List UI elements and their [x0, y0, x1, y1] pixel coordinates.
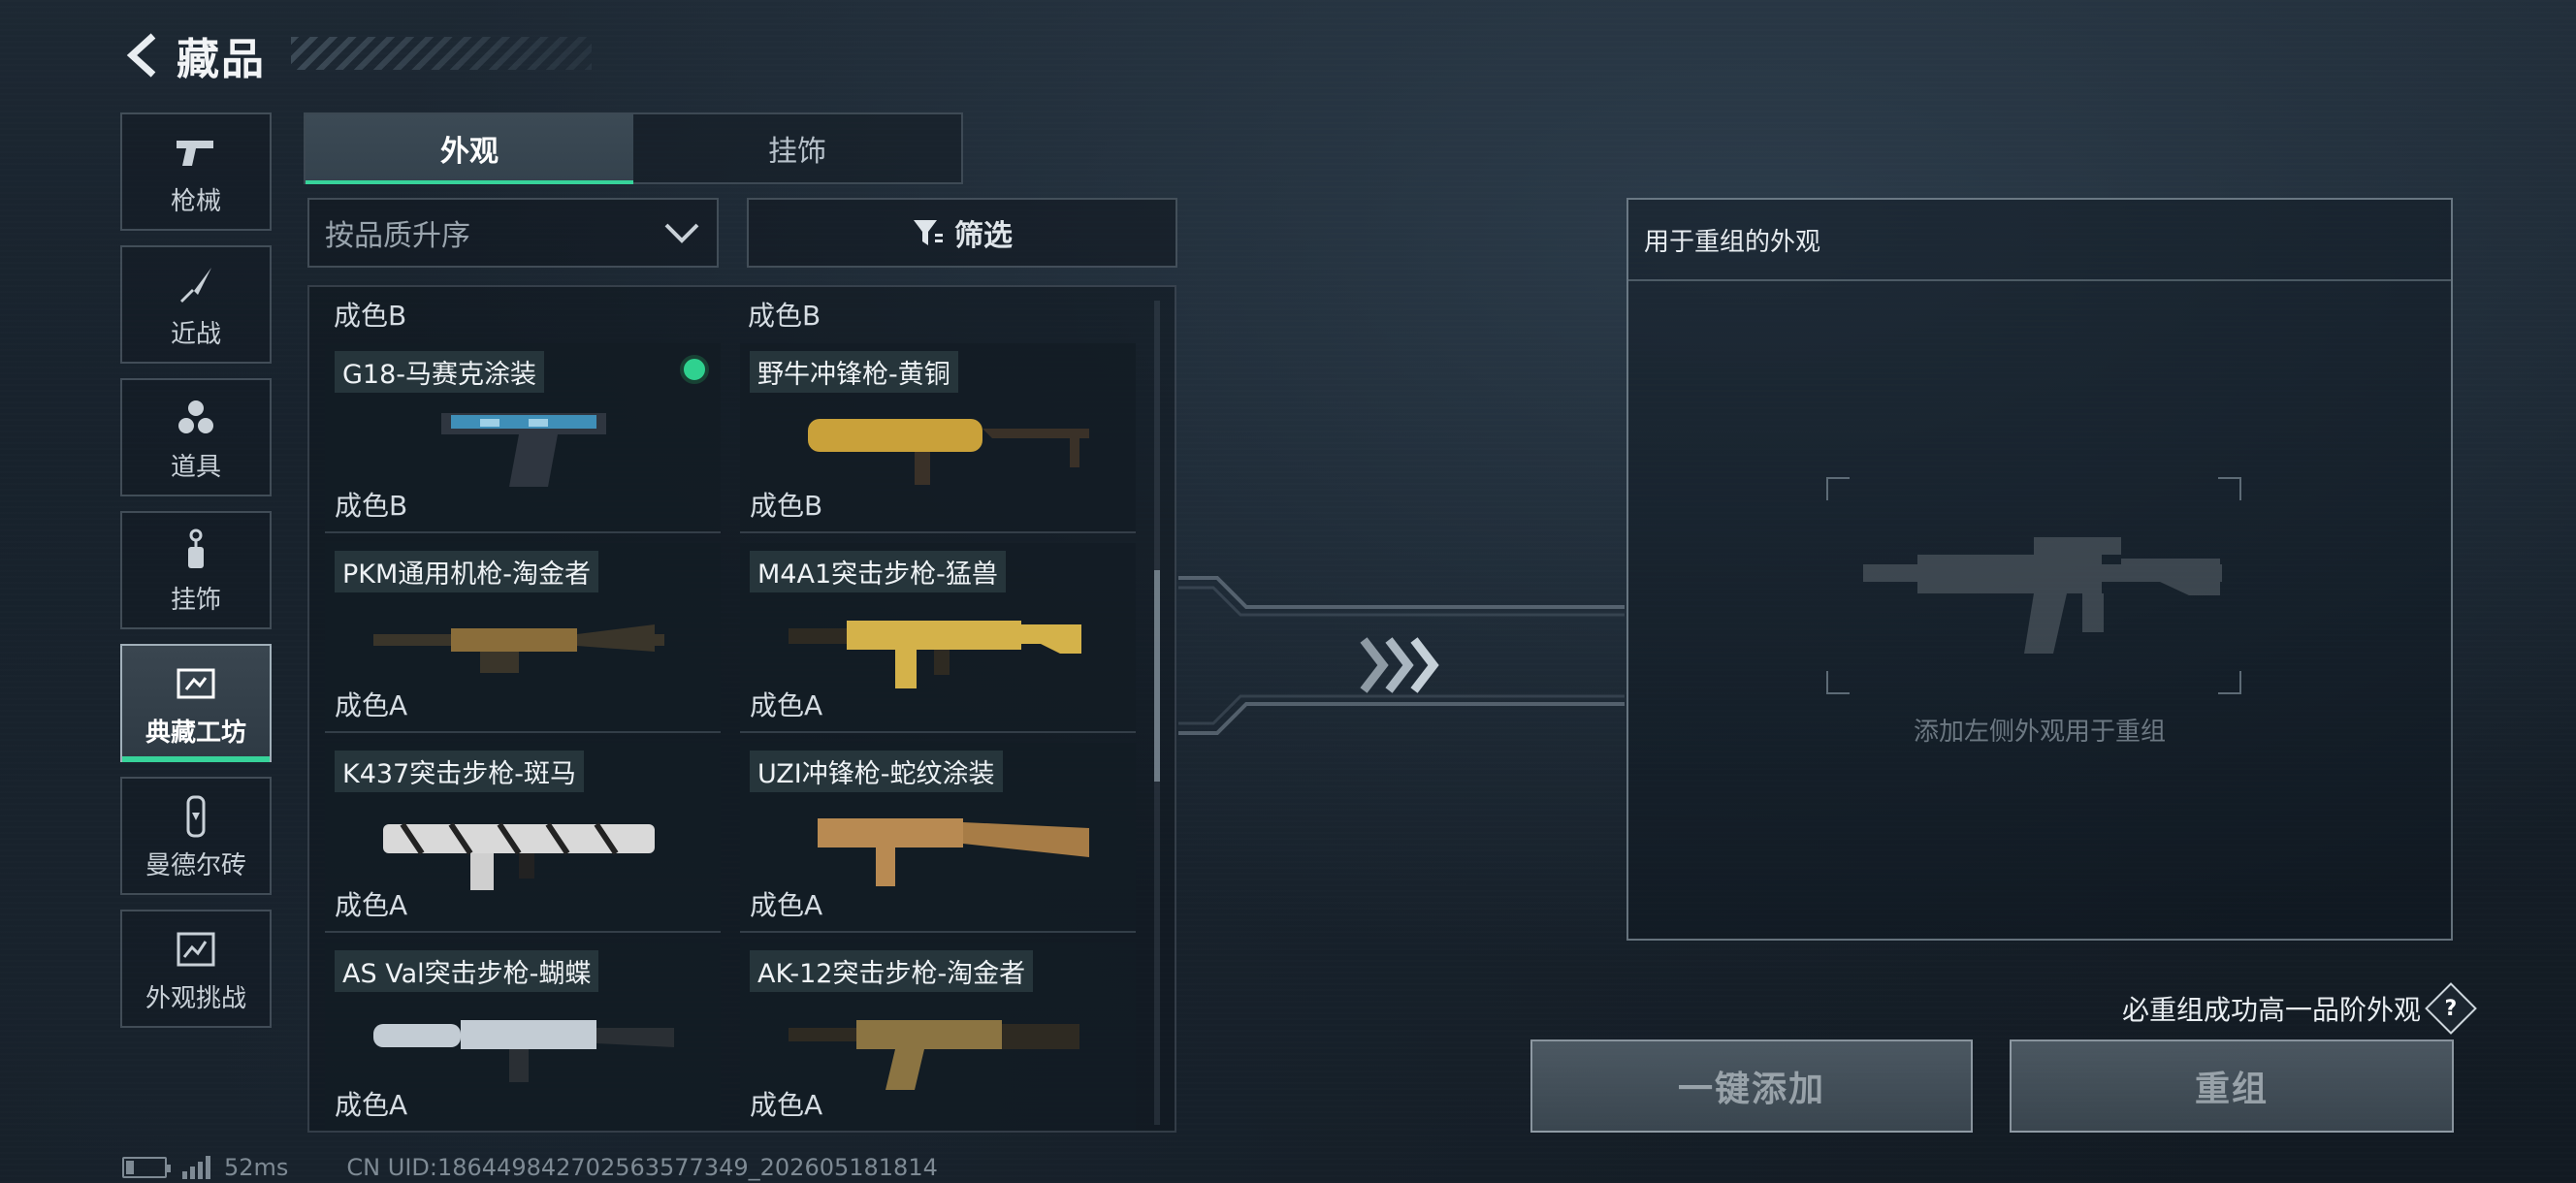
ping-value: 52ms	[224, 1154, 289, 1181]
sidebar-item-label: 道具	[170, 452, 221, 482]
mandel-brick-icon	[171, 791, 221, 842]
card-grade: 成色A	[750, 689, 823, 721]
panel-title: 用于重组的外观	[1628, 200, 2451, 281]
charm-icon	[171, 526, 221, 576]
card-grade: 成色B	[334, 300, 407, 332]
grenade-icon	[171, 393, 221, 443]
skin-card[interactable]: PKM通用机枪-淘金者 成色A	[325, 543, 721, 733]
help-button[interactable]: ?	[2425, 982, 2477, 1035]
skin-card[interactable]: K437突击步枪-斑马 成色A	[325, 743, 721, 933]
card-grade: 成色A	[750, 1089, 823, 1121]
sidebar-item-mandel-brick[interactable]: 曼德尔砖	[120, 777, 272, 895]
sidebar-item-label: 曼德尔砖	[145, 850, 246, 880]
rifle-skin-image	[789, 621, 1081, 688]
reform-button[interactable]: 重组	[2010, 1039, 2454, 1133]
sidebar-item-workshop[interactable]: 典藏工坊	[120, 644, 272, 762]
card-name: PKM通用机枪-淘金者	[335, 551, 599, 592]
partial-row: 成色B 成色B	[309, 287, 1175, 337]
card-grade: 成色B	[750, 490, 823, 522]
sort-dropdown[interactable]: 按品质升序	[307, 198, 719, 268]
smg-skin-image	[808, 419, 1089, 485]
skin-card[interactable]: M4A1突击步枪-猛兽 成色A	[740, 543, 1136, 733]
filter-label: 筛选	[954, 219, 1013, 253]
card-grade: 成色B	[335, 490, 408, 522]
card-name: M4A1突击步枪-猛兽	[750, 551, 1006, 592]
battery-icon	[122, 1157, 171, 1178]
skin-card[interactable]: 野牛冲锋枪-黄铜 成色B	[740, 343, 1136, 533]
card-grade: 成色A	[335, 889, 408, 921]
skin-tabs: 外观 挂饰	[304, 112, 963, 184]
category-sidebar: 枪械 近战 道具 挂饰 典藏工坊 曼德尔砖 外观挑战	[120, 112, 272, 1042]
rifle-skin-image	[383, 822, 655, 890]
card-grade: 成色A	[750, 889, 823, 921]
placeholder-rifle-icon	[1863, 537, 2222, 654]
skin-card[interactable]: UZI冲锋枪-蛇纹涂装 成色A	[740, 743, 1136, 933]
question-icon: ?	[2444, 996, 2458, 1021]
button-label: 重组	[2194, 1070, 2269, 1109]
guarantee-text: 必重组成功高一品阶外观	[2121, 994, 2421, 1026]
card-name: AS Val突击步枪-蝴蝶	[335, 950, 599, 992]
card-name: AK-12突击步枪-淘金者	[750, 950, 1034, 992]
sidebar-item-label: 枪械	[170, 186, 221, 216]
knife-icon	[171, 260, 221, 310]
triple-chevron-icon	[1360, 637, 1439, 693]
sidebar-item-items[interactable]: 道具	[120, 378, 272, 496]
sidebar-item-charms[interactable]: 挂饰	[120, 511, 272, 629]
title-decoration	[291, 37, 592, 70]
signal-icon	[182, 1156, 210, 1179]
sidebar-item-guns[interactable]: 枪械	[120, 112, 272, 231]
guarantee-info: 必重组成功高一品阶外观 ?	[2121, 982, 2477, 1035]
rifle-skin-image	[373, 1020, 674, 1082]
back-arrow-icon	[126, 33, 156, 78]
card-grade: 成色B	[748, 300, 821, 332]
sidebar-item-label: 挂饰	[170, 585, 221, 615]
selected-indicator	[680, 355, 709, 384]
chevron-down-icon	[664, 223, 699, 243]
smg-skin-image	[818, 818, 1089, 886]
page-title: 藏品	[177, 35, 266, 84]
card-grade: 成色A	[335, 1089, 408, 1121]
workshop-icon	[171, 658, 221, 709]
card-name: 野牛冲锋枪-黄铜	[750, 351, 958, 393]
rifle-skin-image	[789, 1020, 1079, 1090]
sidebar-item-label: 典藏工坊	[145, 718, 246, 748]
sidebar-item-melee[interactable]: 近战	[120, 245, 272, 364]
tab-charms[interactable]: 挂饰	[633, 114, 961, 182]
scroll-thumb[interactable]	[1154, 570, 1160, 782]
sort-label: 按品质升序	[325, 219, 470, 253]
card-name: K437突击步枪-斑马	[335, 751, 584, 792]
pistol-skin-image	[441, 413, 606, 487]
sidebar-item-label: 近战	[170, 319, 221, 349]
back-button[interactable]	[122, 31, 163, 80]
skin-card[interactable]: AS Val突击步枪-蝴蝶 成色A	[325, 943, 721, 1131]
grid-scrollbar[interactable]	[1154, 301, 1160, 1125]
tab-skins[interactable]: 外观	[306, 114, 633, 184]
one-click-add-button[interactable]: 一键添加	[1530, 1039, 1973, 1133]
sidebar-item-label: 外观挑战	[145, 983, 246, 1013]
card-grade: 成色A	[335, 689, 408, 721]
sidebar-item-skin-challenge[interactable]: 外观挑战	[120, 910, 272, 1028]
pistol-icon	[171, 127, 221, 177]
skin-card[interactable]: AK-12突击步枪-淘金者 成色A	[740, 943, 1136, 1131]
card-name: G18-马赛克涂装	[335, 351, 545, 393]
skin-grid: 成色B 成色B G18-马赛克涂装 成色B 野牛冲锋枪-黄铜 成色B PKM通用…	[307, 285, 1176, 1133]
button-label: 一键添加	[1677, 1070, 1825, 1109]
skin-challenge-icon	[171, 924, 221, 975]
filter-icon	[914, 220, 943, 245]
user-uid: CN UID:1864498427025635773​49_2026051818…	[346, 1154, 938, 1181]
reform-panel: 用于重组的外观 添加左侧外观用于重组	[1626, 198, 2453, 941]
status-footer: 52ms CN UID:1864498427025635773​49_20260…	[122, 1154, 938, 1181]
page-header: 藏品	[122, 25, 266, 85]
card-name: UZI冲锋枪-蛇纹涂装	[750, 751, 1003, 792]
filter-button[interactable]: 筛选	[747, 198, 1177, 268]
panel-hint: 添加左侧外观用于重组	[1913, 718, 2166, 747]
machine-gun-skin-image	[373, 624, 664, 673]
skin-card[interactable]: G18-马赛克涂装 成色B	[325, 343, 721, 533]
